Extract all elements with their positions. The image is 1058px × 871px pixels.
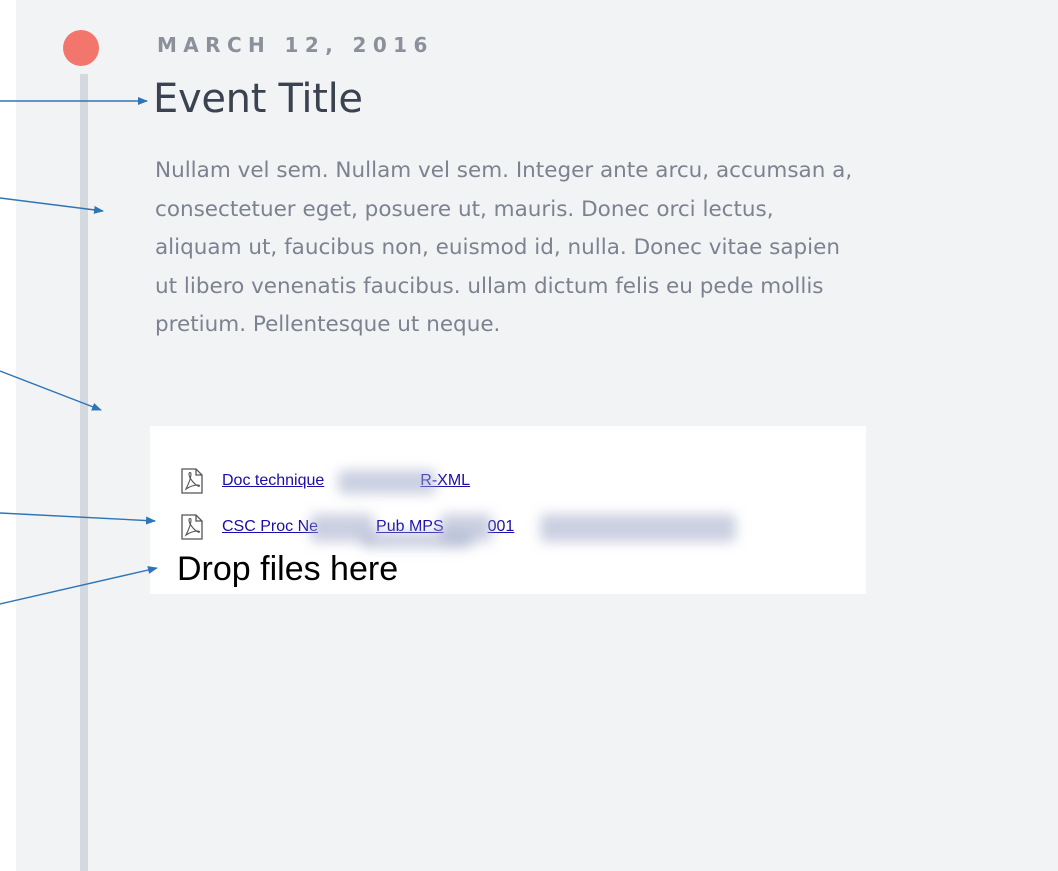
attachment-name-start: Doc technique — [222, 472, 325, 489]
attachment-link[interactable]: CSC Proc Ne Pub MPS 001 — [222, 514, 736, 548]
description-line: ut libero venenatis faucibus. ullam dict… — [155, 273, 824, 299]
pdf-icon — [181, 514, 203, 540]
drop-zone-label[interactable]: Drop files here — [177, 550, 398, 589]
annotated-timeline-mockup: MARCH 12, 2016 Event Title Nullam vel se… — [0, 0, 1058, 871]
event-title[interactable]: Event Title — [153, 76, 363, 122]
description-line: pretium. Pellentesque ut neque. — [155, 312, 501, 337]
description-line: consectetuer eget, posuere ut, mauris. D… — [155, 196, 774, 222]
timeline-line — [80, 74, 88, 871]
event-description[interactable]: Nullam vel sem. Nullam vel sem. Integer … — [155, 152, 1045, 345]
description-line: aliquam ut, faucibus non, euismod id, nu… — [155, 235, 840, 260]
timeline-dot — [63, 30, 99, 66]
event-date: MARCH 12, 2016 — [157, 33, 434, 57]
pdf-icon — [181, 468, 203, 494]
attachments-box[interactable]: Doc technique R-XML CSC Proc Ne Pub MPS 001… — [150, 426, 866, 594]
attachment-item[interactable]: Doc technique R-XML — [180, 468, 470, 494]
attachment-link[interactable]: Doc technique R-XML — [222, 470, 470, 494]
attachment-name-start: CSC Proc Ne — [222, 518, 319, 535]
description-line: Nullam vel sem. Nullam vel sem. Integer … — [155, 158, 853, 183]
attachment-item[interactable]: CSC Proc Ne Pub MPS 001 — [180, 514, 736, 548]
